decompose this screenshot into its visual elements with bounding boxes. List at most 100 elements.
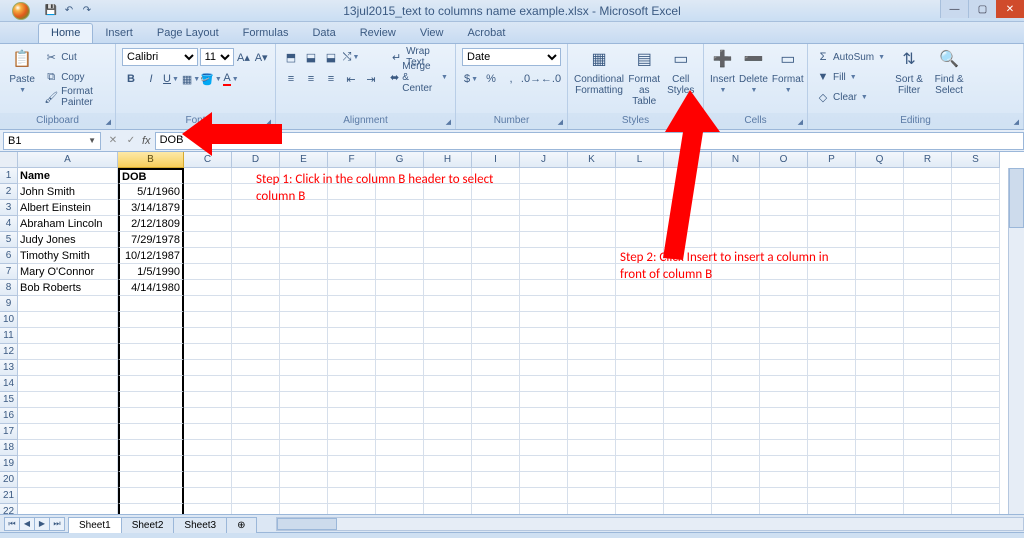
cell-H20[interactable] <box>424 472 472 488</box>
cell-B3[interactable]: 3/14/1879 <box>118 200 184 216</box>
italic-button[interactable]: I <box>142 70 160 88</box>
cell-G19[interactable] <box>376 456 424 472</box>
cell-R12[interactable] <box>904 344 952 360</box>
cell-E8[interactable] <box>280 280 328 296</box>
cell-C18[interactable] <box>184 440 232 456</box>
close-button[interactable]: ✕ <box>996 0 1024 18</box>
cell-P16[interactable] <box>808 408 856 424</box>
cell-M18[interactable] <box>664 440 712 456</box>
cell-E10[interactable] <box>280 312 328 328</box>
cell-L17[interactable] <box>616 424 664 440</box>
font-color-button[interactable]: A▼ <box>222 70 240 88</box>
tab-page-layout[interactable]: Page Layout <box>145 24 231 43</box>
cell-C21[interactable] <box>184 488 232 504</box>
cell-G22[interactable] <box>376 504 424 514</box>
row-header-4[interactable]: 4 <box>0 216 18 232</box>
column-header-E[interactable]: E <box>280 152 328 168</box>
cell-S18[interactable] <box>952 440 1000 456</box>
cell-N20[interactable] <box>712 472 760 488</box>
cell-C19[interactable] <box>184 456 232 472</box>
cell-B21[interactable] <box>118 488 184 504</box>
cell-F16[interactable] <box>328 408 376 424</box>
cell-B20[interactable] <box>118 472 184 488</box>
cell-B17[interactable] <box>118 424 184 440</box>
column-header-C[interactable]: C <box>184 152 232 168</box>
cell-R1[interactable] <box>904 168 952 184</box>
cell-B4[interactable]: 2/12/1809 <box>118 216 184 232</box>
cell-H4[interactable] <box>424 216 472 232</box>
cell-A18[interactable] <box>18 440 118 456</box>
cell-A10[interactable] <box>18 312 118 328</box>
sheet-nav-last[interactable]: ⏭ <box>49 517 65 531</box>
cell-K15[interactable] <box>568 392 616 408</box>
cell-I18[interactable] <box>472 440 520 456</box>
row-header-1[interactable]: 1 <box>0 168 18 184</box>
cell-F7[interactable] <box>328 264 376 280</box>
cell-G17[interactable] <box>376 424 424 440</box>
cell-D14[interactable] <box>232 376 280 392</box>
shrink-font-button[interactable]: A▾ <box>253 48 269 66</box>
row-header-10[interactable]: 10 <box>0 312 18 328</box>
cell-Q21[interactable] <box>856 488 904 504</box>
row-header-9[interactable]: 9 <box>0 296 18 312</box>
row-header-15[interactable]: 15 <box>0 392 18 408</box>
cell-L21[interactable] <box>616 488 664 504</box>
qat-redo-icon[interactable]: ↷ <box>80 4 94 18</box>
cell-B5[interactable]: 7/29/1978 <box>118 232 184 248</box>
cell-F5[interactable] <box>328 232 376 248</box>
cell-O17[interactable] <box>760 424 808 440</box>
cell-B10[interactable] <box>118 312 184 328</box>
cell-C15[interactable] <box>184 392 232 408</box>
tab-formulas[interactable]: Formulas <box>231 24 301 43</box>
merge-center-button[interactable]: ⬌Merge & Center▼ <box>388 68 450 86</box>
cell-Q13[interactable] <box>856 360 904 376</box>
cell-D15[interactable] <box>232 392 280 408</box>
cell-I20[interactable] <box>472 472 520 488</box>
sheet-nav-prev[interactable]: ◀ <box>19 517 35 531</box>
cell-D4[interactable] <box>232 216 280 232</box>
qat-undo-icon[interactable]: ↶ <box>62 4 76 18</box>
column-header-P[interactable]: P <box>808 152 856 168</box>
cell-S16[interactable] <box>952 408 1000 424</box>
cell-H13[interactable] <box>424 360 472 376</box>
cell-D17[interactable] <box>232 424 280 440</box>
cell-R7[interactable] <box>904 264 952 280</box>
column-header-D[interactable]: D <box>232 152 280 168</box>
cell-M5[interactable] <box>664 232 712 248</box>
font-name-select[interactable]: Calibri <box>122 48 198 66</box>
cell-H15[interactable] <box>424 392 472 408</box>
format-button[interactable]: ▭Format▼ <box>772 48 804 95</box>
cell-E19[interactable] <box>280 456 328 472</box>
cell-D16[interactable] <box>232 408 280 424</box>
cell-N19[interactable] <box>712 456 760 472</box>
row-header-3[interactable]: 3 <box>0 200 18 216</box>
cell-B9[interactable] <box>118 296 184 312</box>
cell-K16[interactable] <box>568 408 616 424</box>
cell-M1[interactable] <box>664 168 712 184</box>
cell-F20[interactable] <box>328 472 376 488</box>
cell-Q15[interactable] <box>856 392 904 408</box>
bold-button[interactable]: B <box>122 70 140 88</box>
cell-A21[interactable] <box>18 488 118 504</box>
cell-O18[interactable] <box>760 440 808 456</box>
sheet-tab-sheet2[interactable]: Sheet2 <box>121 517 175 533</box>
maximize-button[interactable]: ▢ <box>968 0 996 18</box>
office-button[interactable] <box>4 0 38 22</box>
cell-B15[interactable] <box>118 392 184 408</box>
cell-O15[interactable] <box>760 392 808 408</box>
cell-K9[interactable] <box>568 296 616 312</box>
column-header-O[interactable]: O <box>760 152 808 168</box>
cell-S14[interactable] <box>952 376 1000 392</box>
cell-F14[interactable] <box>328 376 376 392</box>
cell-O3[interactable] <box>760 200 808 216</box>
cell-N21[interactable] <box>712 488 760 504</box>
cell-C1[interactable] <box>184 168 232 184</box>
cell-C20[interactable] <box>184 472 232 488</box>
cell-N3[interactable] <box>712 200 760 216</box>
cell-M12[interactable] <box>664 344 712 360</box>
cell-Q4[interactable] <box>856 216 904 232</box>
cell-L2[interactable] <box>616 184 664 200</box>
cell-C10[interactable] <box>184 312 232 328</box>
name-box[interactable]: B1▼ <box>3 132 101 150</box>
align-center-button[interactable]: ≡ <box>302 70 320 88</box>
